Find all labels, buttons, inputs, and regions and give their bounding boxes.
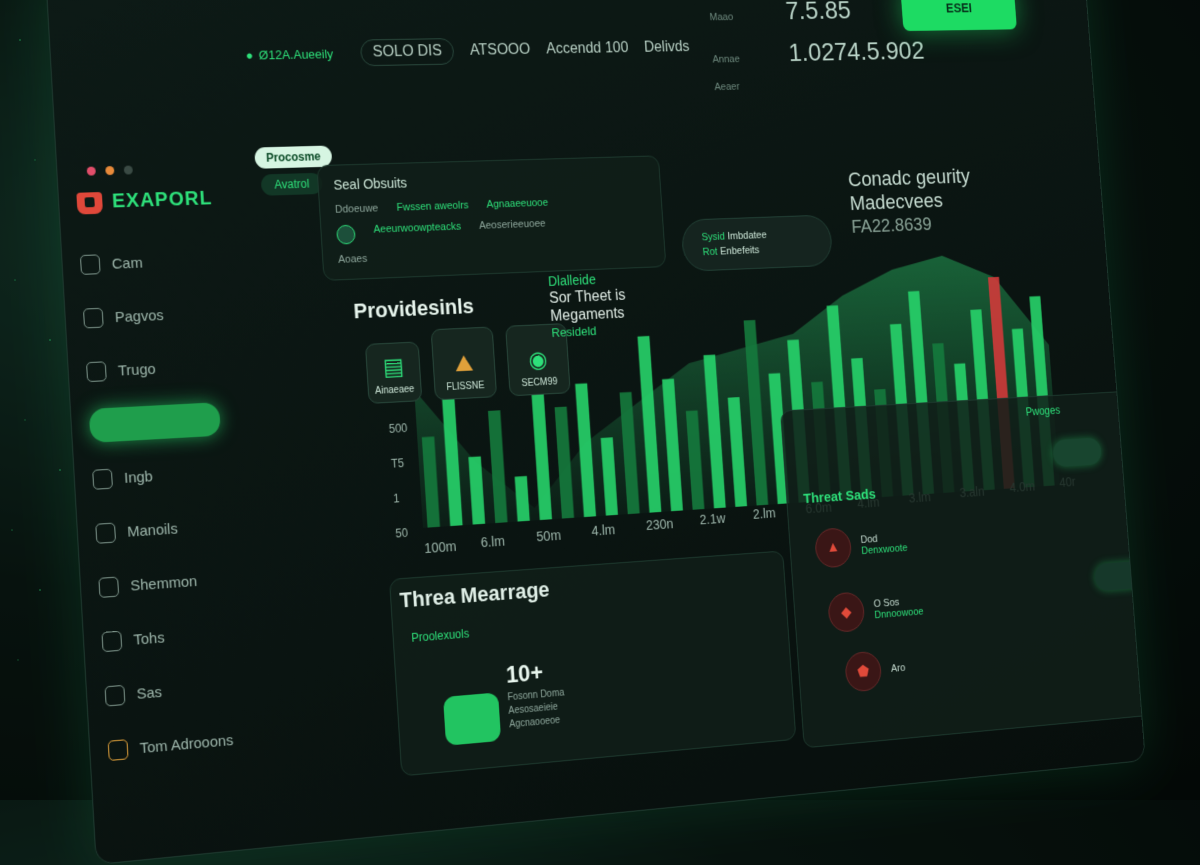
stat-row: Maao 7.5.85 <box>708 0 922 27</box>
table-row[interactable]: ⬟ Aro <box>844 648 907 693</box>
chip-solo[interactable]: SOLO DIS <box>360 38 455 67</box>
sidebar: EXAPORL Cam Pagvos Trugo Ingb Manoils Sh… <box>76 187 276 789</box>
status-live: Ø12A.Aueeily <box>234 42 345 66</box>
target-icon: ◉ <box>527 346 549 374</box>
x-tick-label: 6.lm <box>480 533 505 550</box>
y-tick-label: 50 <box>395 526 409 541</box>
row-text: Dod Denxwoote <box>860 531 908 557</box>
alert-icon: ▲ <box>814 527 853 569</box>
trophy-icon <box>107 739 129 762</box>
triangle-icon <box>86 361 107 383</box>
sidebar-item-label: Sas <box>136 683 163 703</box>
doc-icon: ▤ <box>382 353 405 381</box>
grid-icon <box>92 468 113 490</box>
toggle-switch[interactable] <box>1093 560 1144 592</box>
x-tick-label: 100m <box>424 538 457 556</box>
logo-icon <box>76 191 104 215</box>
gear-icon <box>104 684 126 707</box>
y-tick-label: 1 <box>393 491 400 505</box>
sidebar-item-label: Cam <box>111 254 144 273</box>
chip-label: DIS <box>417 42 443 60</box>
sidebar-item-label: Shemmon <box>129 572 198 595</box>
sidebar-item-label: Tohs <box>133 628 166 649</box>
stat-label: Annae <box>712 53 741 66</box>
x-tick-label: 2.1w <box>699 510 727 527</box>
stat-row: Aeaer <box>714 77 927 93</box>
stat-value: 7.5.85 <box>784 0 852 25</box>
panel-title: Seal Obsuits <box>333 174 408 193</box>
pages-icon <box>82 307 104 329</box>
sidebar-item-pages[interactable]: Pagvos <box>82 295 249 336</box>
sidebar-item-manoils[interactable]: Manoils <box>95 506 262 551</box>
sidebar-item-cam[interactable]: Cam <box>79 242 245 282</box>
brand-name: EXAPORL <box>111 187 213 213</box>
sidebar-item-label: Trugo <box>117 360 157 380</box>
maximize-dot[interactable] <box>123 165 133 175</box>
shield-icon <box>443 692 502 746</box>
row-sub: Dnnoowooe <box>874 606 924 622</box>
sidebar-item-sas[interactable]: Sas <box>104 666 271 714</box>
row-sub: Denxwoote <box>861 542 908 557</box>
stat-label: Maao <box>709 11 734 24</box>
stat-label: Aeaer <box>714 81 740 93</box>
sidebar-item-shemmon[interactable]: Shemmon <box>98 559 265 605</box>
primary-button[interactable]: ESEI <box>900 0 1017 32</box>
tile-label: Ainaeaee <box>374 384 415 397</box>
shield-icon <box>98 576 120 598</box>
sidebar-item-tohs[interactable]: Tohs <box>101 613 268 660</box>
tab-active[interactable]: Procosme <box>254 145 333 169</box>
row-text: O Sos Dnnoowooe <box>873 595 924 621</box>
sidebar-item-ingb[interactable]: Ingb <box>92 453 259 497</box>
minimize-dot[interactable] <box>105 166 115 176</box>
tile-label: SECM99 <box>521 376 558 390</box>
row-name: Aro <box>890 662 906 675</box>
x-tick-label: 50m <box>536 527 561 544</box>
row-text: Aro <box>891 662 906 674</box>
threat-manage-lines: Fosonn Doma Aesosaeieie Agcnaooeoe <box>507 687 566 732</box>
provider-tile[interactable]: ⛰ FLISSNE <box>430 326 498 401</box>
sidebar-item-label: Pagvos <box>114 306 165 326</box>
y-tick-label: T5 <box>391 456 405 470</box>
tab-secondary[interactable]: Avatrol <box>260 172 324 196</box>
table-row[interactable]: ◆ O Sos Dnnoowooe <box>827 587 924 634</box>
brand[interactable]: EXAPORL <box>76 187 241 215</box>
chip-accendd[interactable]: Accendd 100 <box>546 40 629 58</box>
house-icon <box>95 522 117 544</box>
threat-line: Megaments <box>549 305 626 325</box>
provider-tile[interactable]: ▤ Ainaeaee <box>364 341 423 404</box>
sidebar-item-label: Manoils <box>126 520 179 541</box>
table-row[interactable]: ▲ Dod Denxwoote <box>814 523 908 569</box>
sidebar-item-trugo[interactable]: Trugo <box>86 347 253 389</box>
threat-side-badge: Pwoges <box>1025 403 1061 419</box>
alert-icon: ◆ <box>827 591 866 634</box>
threat-count: 10+ <box>505 659 544 689</box>
chip-delivds[interactable]: Delivds <box>644 39 691 56</box>
sidebar-item-admins[interactable]: Tom Adrooons <box>107 720 274 769</box>
sidebar-item-active[interactable] <box>88 402 221 443</box>
window-controls <box>86 165 133 176</box>
x-tick-label: 4.lm <box>591 522 615 539</box>
tools-icon <box>101 630 123 653</box>
toggle-switch[interactable] <box>1052 437 1103 468</box>
home-icon <box>79 254 101 275</box>
stat-value: 1.0274.5.902 <box>787 36 926 67</box>
stats-block: Maao 7.5.85 Annae 1.0274.5.902 Aeaer <box>708 0 928 106</box>
close-dot[interactable] <box>86 166 96 176</box>
sidebar-item-label: Tom Adrooons <box>139 731 234 757</box>
x-tick-label: 230n <box>645 516 673 533</box>
sidebar-item-label: Ingb <box>123 467 154 487</box>
stat-row: Annae 1.0274.5.902 <box>711 36 925 69</box>
chip-label: SOLO <box>372 43 415 61</box>
threat-summary: Dlalleide Sor Theet is Megaments Residel… <box>548 271 629 341</box>
y-tick-label: 500 <box>388 421 408 436</box>
top-chip-bar: Ø12A.Aueeily SOLO DIS ATSOOO Accendd 100… <box>234 34 691 68</box>
alert-icon: ⬟ <box>844 650 883 693</box>
mountain-icon: ⛰ <box>453 350 474 378</box>
provider-tiles: ▤ Ainaeaee ⛰ FLISSNE ◉ SECM99 <box>364 323 571 404</box>
tile-label: FLISSNE <box>446 380 485 393</box>
chip-atsooo[interactable]: ATSOOO <box>469 42 530 60</box>
app-window: EXAPORL Cam Pagvos Trugo Ingb Manoils Sh… <box>44 0 1146 865</box>
x-tick-label: 2.lm <box>752 505 776 522</box>
